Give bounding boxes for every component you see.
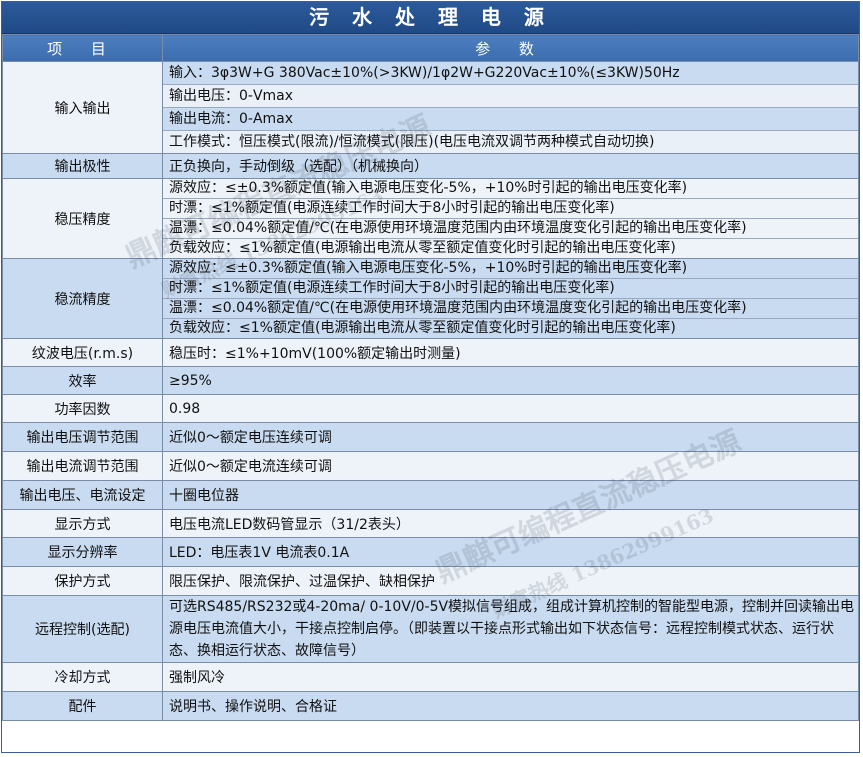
table-row: 纹波电压(r.m.s) 稳压时：≤1%+10mV(100%额定输出时测量) xyxy=(2,338,859,367)
table-row: 保护方式 限压保护、限流保护、过温保护、缺相保护 xyxy=(2,566,859,596)
table-row: 功率因数 0.98 xyxy=(2,394,859,423)
table-row: 稳压精度 源效应：≤±0.3%额定值(输入电源电压变化-5%，+10%时引起的输… xyxy=(2,178,859,259)
table-row: 显示方式 电压电流LED数码管显示（31/2表头） xyxy=(2,509,859,538)
io-voltage-line: 输出电压：0-Vmax xyxy=(163,84,858,107)
row-label-cooling: 冷却方式 xyxy=(2,662,163,692)
row-value-remote: 可选RS485/RS232或4-20ma/ 0-10V/0-5V模拟信号组成，组… xyxy=(162,595,859,663)
io-mode-line: 工作模式：恒压模式(限流)/恒流模式(限压)(电压电流双调节两种模式自动切换) xyxy=(163,130,858,153)
row-label-display: 显示方式 xyxy=(2,509,163,538)
row-label-ripple: 纹波电压(r.m.s) xyxy=(2,338,163,367)
table-header-row: 项 目 参 数 xyxy=(2,34,859,62)
row-value-polarity: 正负换向，手动倒级（选配）（机械换向） xyxy=(162,153,859,179)
row-value-display: 电压电流LED数码管显示（31/2表头） xyxy=(162,509,859,538)
volt-time-drift: 时漂：≤1%额定值(电源连续工作时间大于8小时引起的输出电压变化率) xyxy=(163,198,858,218)
row-label-volt-precision: 稳压精度 xyxy=(2,178,163,259)
row-label-power-factor: 功率因数 xyxy=(2,394,163,423)
row-value-ripple: 稳压时：≤1%+10mV(100%额定输出时测量) xyxy=(162,338,859,367)
row-value-io: 输入：3φ3W+G 380Vac±10%(>3KW)/1φ2W+G220Vac±… xyxy=(162,61,859,154)
curr-temp-drift: 温漂：≤0.04%额定值/℃(在电源使用环境温度范围内由环境温度变化引起的输出电… xyxy=(163,298,858,318)
row-label-remote: 远程控制(选配) xyxy=(2,595,163,663)
table-row: 输出电压、电流设定 十圈电位器 xyxy=(2,480,859,510)
header-item: 项 目 xyxy=(2,34,163,62)
row-label-volt-range: 输出电压调节范围 xyxy=(2,422,163,452)
row-value-volt-range: 近似0～额定电压连续可调 xyxy=(162,422,859,452)
io-input-line: 输入：3φ3W+G 380Vac±10%(>3KW)/1φ2W+G220Vac±… xyxy=(163,62,858,84)
remote-description: 可选RS485/RS232或4-20ma/ 0-10V/0-5V模拟信号组成，组… xyxy=(169,599,855,659)
row-value-resolution: LED：电压表1V 电流表0.1A xyxy=(162,537,859,567)
curr-time-drift: 时漂：≤1%额定值(电源连续工作时间大于8小时引起的输出电压变化率) xyxy=(163,278,858,298)
row-label-curr-range: 输出电流调节范围 xyxy=(2,451,163,481)
row-label-efficiency: 效率 xyxy=(2,366,163,395)
table-row: 冷却方式 强制风冷 xyxy=(2,662,859,692)
io-current-line: 输出电流：0-Amax xyxy=(163,107,858,130)
spec-sheet: 污 水 处 理 电 源 项 目 参 数 输入输出 输入：3φ3W+G 380Va… xyxy=(1,1,860,753)
table-row: 显示分辨率 LED：电压表1V 电流表0.1A xyxy=(2,537,859,567)
curr-load-effect: 负载效应：≤1%额定值(电源输出电流从零至额定值变化时引起的输出电压变化率) xyxy=(163,318,858,338)
table-row: 远程控制(选配) 可选RS485/RS232或4-20ma/ 0-10V/0-5… xyxy=(2,595,859,663)
table-row: 输出极性 正负换向，手动倒级（选配）（机械换向） xyxy=(2,153,859,179)
table-row: 输出电压调节范围 近似0～额定电压连续可调 xyxy=(2,422,859,452)
row-label-curr-precision: 稳流精度 xyxy=(2,258,163,339)
curr-source-effect: 源效应：≤±0.3%额定值(输入电源电压变化-5%，+10%时引起的输出电压变化… xyxy=(169,260,688,276)
row-value-cooling: 强制风冷 xyxy=(162,662,859,692)
table-row: 输出电流调节范围 近似0～额定电流连续可调 xyxy=(2,451,859,481)
table-row: 配件 说明书、操作说明、合格证 xyxy=(2,691,859,721)
row-value-efficiency: ≥95% xyxy=(162,366,859,395)
row-label-polarity: 输出极性 xyxy=(2,153,163,179)
row-value-curr-range: 近似0～额定电流连续可调 xyxy=(162,451,859,481)
header-param: 参 数 xyxy=(162,34,859,62)
row-label-accessories: 配件 xyxy=(2,691,163,721)
table-row: 输入输出 输入：3φ3W+G 380Vac±10%(>3KW)/1φ2W+G22… xyxy=(2,61,859,154)
row-value-accessories: 说明书、操作说明、合格证 xyxy=(162,691,859,721)
volt-load-effect: 负载效应：≤1%额定值(电源输出电流从零至额定值变化时引起的输出电压变化率) xyxy=(163,238,858,258)
row-value-volt-precision: 源效应：≤±0.3%额定值(输入电源电压变化-5%，+10%时引起的输出电压变化… xyxy=(162,178,859,259)
spec-table: 项 目 参 数 输入输出 输入：3φ3W+G 380Vac±10%(>3KW)/… xyxy=(2,34,859,721)
row-value-setting: 十圈电位器 xyxy=(162,480,859,510)
row-value-curr-precision: 源效应：≤±0.3%额定值(输入电源电压变化-5%，+10%时引起的输出电压变化… xyxy=(162,258,859,339)
page-title: 污 水 处 理 电 源 xyxy=(2,2,859,34)
row-label-protection: 保护方式 xyxy=(2,566,163,596)
row-label-io: 输入输出 xyxy=(2,61,163,154)
row-label-resolution: 显示分辨率 xyxy=(2,537,163,567)
volt-source-effect: 源效应：≤±0.3%额定值(输入电源电压变化-5%，+10%时引起的输出电压变化… xyxy=(169,180,688,196)
row-label-setting: 输出电压、电流设定 xyxy=(2,480,163,510)
row-value-power-factor: 0.98 xyxy=(162,394,859,423)
row-value-protection: 限压保护、限流保护、过温保护、缺相保护 xyxy=(162,566,859,596)
volt-temp-drift: 温漂：≤0.04%额定值/℃(在电源使用环境温度范围内由环境温度变化引起的输出电… xyxy=(163,218,858,238)
table-row: 效率 ≥95% xyxy=(2,366,859,395)
table-row: 稳流精度 源效应：≤±0.3%额定值(输入电源电压变化-5%，+10%时引起的输… xyxy=(2,258,859,339)
